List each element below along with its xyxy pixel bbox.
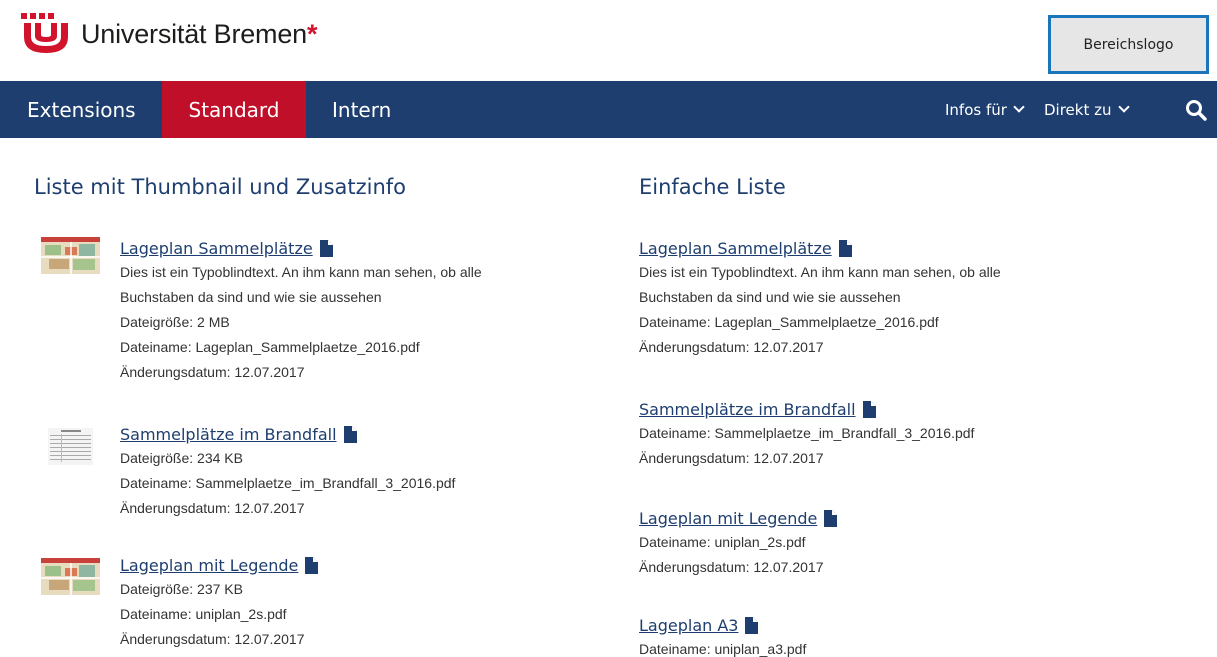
file-link[interactable]: Lageplan Sammelplätze [120,239,313,258]
modified-date: Änderungsdatum: 12.07.2017 [639,450,824,466]
modified-date: Änderungsdatum: 12.07.2017 [120,500,305,516]
modified-date: Änderungsdatum: 12.07.2017 [120,631,305,647]
file-link[interactable]: Lageplan Sammelplätze [639,239,832,258]
file-icon[interactable] [838,239,852,257]
modified-date: Änderungsdatum: 12.07.2017 [639,339,824,355]
link-row: Sammelplätze im Brandfall [120,422,600,446]
modified-date: Änderungsdatum: 12.07.2017 [639,559,824,575]
file-link[interactable]: Sammelplätze im Brandfall [120,425,337,444]
file-name: Dateiname: Lageplan_Sammelplaetze_2016.p… [639,314,939,330]
list-item-body: Lageplan Sammelplätze Dies ist ein Typob… [120,234,600,385]
list-item-body: Lageplan mit Legende Dateigröße: 237 KB … [120,553,600,652]
nav-item-extensions[interactable]: Extensions [0,81,160,138]
list-item-body: Sammelplätze im Brandfall Dateigröße: 23… [120,422,600,521]
file-link[interactable]: Lageplan A3 [639,616,738,635]
simple-list-section: Einfache Liste Lageplan Sammelplätze Die… [639,172,1199,657]
description-line: Buchstaben da sind und wie sie aussehen [120,289,382,305]
file-icon[interactable] [319,239,333,257]
university-logo-icon [21,13,68,53]
nav-item-intern[interactable]: Intern [332,81,391,138]
bereichslogo-button[interactable]: Bereichslogo [1048,15,1209,74]
file-name: Dateiname: Lageplan_Sammelplaetze_2016.p… [120,339,420,355]
description-line: Dies ist ein Typoblindtext. An ihm kann … [120,264,482,280]
file-name: Dateiname: Sammelplaetze_im_Brandfall_3_… [120,475,456,491]
link-row: Lageplan mit Legende [639,506,1119,530]
file-size: Dateigröße: 234 KB [120,450,243,466]
description-line: Dies ist ein Typoblindtext. An ihm kann … [639,264,1001,280]
nav-item-standard[interactable]: Standard [162,81,306,138]
file-name: Dateiname: Sammelplaetze_im_Brandfall_3_… [639,425,975,441]
main-nav: Extensions Standard Intern Infos für Dir… [0,81,1217,138]
list-item-body: Lageplan mit Legende Dateiname: uniplan_… [639,506,1119,580]
modified-date: Änderungsdatum: 12.07.2017 [120,364,305,380]
map-thumbnail[interactable] [41,237,100,274]
search-icon [1186,99,1207,121]
logo-text: Universität Bremen* [81,18,318,49]
link-row: Lageplan mit Legende [120,553,600,577]
infos-fuer-label: Infos für [945,100,1007,119]
document-thumbnail[interactable] [41,428,100,465]
file-name: Dateiname: uniplan_a3.pdf [639,641,807,657]
map-thumbnail[interactable] [41,558,100,595]
list-item-body: Sammelplätze im Brandfall Dateiname: Sam… [639,397,1119,471]
link-row: Lageplan A3 [639,613,1119,637]
file-icon[interactable] [862,400,876,418]
file-icon[interactable] [745,616,759,634]
list-item-body: Lageplan Sammelplätze Dies ist ein Typob… [639,236,1119,360]
infos-fuer-dropdown[interactable]: Infos für [945,81,1025,138]
link-row: Lageplan Sammelplätze [120,236,600,260]
direkt-zu-label: Direkt zu [1044,100,1112,119]
link-row: Lageplan Sammelplätze [639,236,1119,260]
chevron-down-icon [1013,101,1025,113]
file-link[interactable]: Lageplan mit Legende [639,509,817,528]
file-name: Dateiname: uniplan_2s.pdf [120,606,287,622]
file-name: Dateiname: uniplan_2s.pdf [639,534,806,550]
file-link[interactable]: Sammelplätze im Brandfall [639,400,856,419]
direkt-zu-dropdown[interactable]: Direkt zu [1044,81,1130,138]
link-row: Sammelplätze im Brandfall [639,397,1119,421]
file-size: Dateigröße: 237 KB [120,581,243,597]
thumbnail-list-section: Liste mit Thumbnail und Zusatzinfo Lagep… [34,172,594,647]
chevron-down-icon [1117,101,1130,113]
site-header: Universität Bremen* Bereichslogo [0,0,1217,81]
file-link[interactable]: Lageplan mit Legende [120,556,298,575]
section-title: Liste mit Thumbnail und Zusatzinfo [34,175,407,199]
section-title: Einfache Liste [639,175,786,199]
file-icon[interactable] [343,425,357,443]
file-icon[interactable] [305,556,319,574]
list-item-body: Lageplan A3 Dateiname: uniplan_a3.pdf [639,613,1119,657]
search-button[interactable] [1182,81,1210,138]
university-logo[interactable]: Universität Bremen* [21,13,318,55]
description-line: Buchstaben da sind und wie sie aussehen [639,289,901,305]
file-icon[interactable] [824,509,838,527]
file-size: Dateigröße: 2 MB [120,314,230,330]
